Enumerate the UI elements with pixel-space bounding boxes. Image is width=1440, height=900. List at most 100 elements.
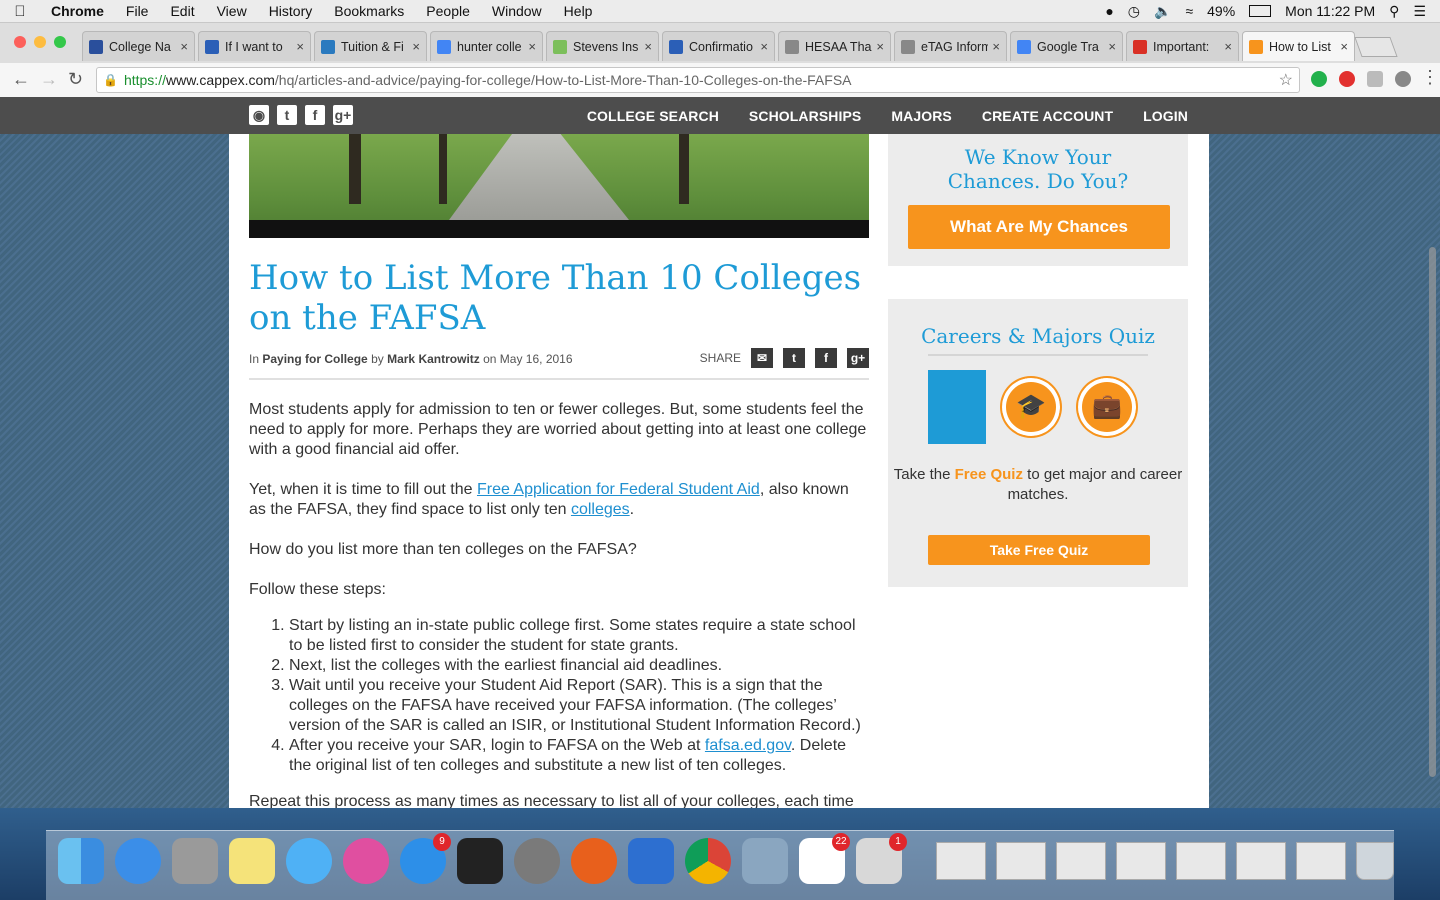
browser-tab[interactable]: Confirmatio × <box>662 31 775 61</box>
close-window-button[interactable] <box>14 36 26 48</box>
clock[interactable]: Mon 11:22 PM <box>1285 3 1375 19</box>
messages-icon[interactable] <box>286 838 332 884</box>
twitter-share-icon[interactable]: t <box>783 348 805 368</box>
take-free-quiz-button[interactable]: Take Free Quiz <box>928 535 1150 565</box>
wifi-icon[interactable]: ≈ <box>1185 3 1193 19</box>
menu-history[interactable]: History <box>258 3 324 19</box>
browser-tab[interactable]: Stevens Ins × <box>546 31 659 61</box>
extension-p-icon[interactable] <box>1395 71 1411 87</box>
zoom-window-button[interactable] <box>54 36 66 48</box>
calculator-icon[interactable] <box>172 838 218 884</box>
close-tab-icon[interactable]: × <box>760 39 768 54</box>
browser-tab[interactable]: eTAG Inform × <box>894 31 1007 61</box>
reminders-icon[interactable]: 22 <box>799 833 850 884</box>
battery-percent[interactable]: 49% <box>1207 3 1235 19</box>
browser-tab[interactable]: If I want to × <box>198 31 311 61</box>
status-dot-icon[interactable]: ● <box>1105 3 1113 19</box>
facebook-share-icon[interactable]: f <box>815 348 837 368</box>
close-tab-icon[interactable]: × <box>644 39 652 54</box>
instagram-icon[interactable]: ◉ <box>249 105 269 125</box>
chrome-icon[interactable] <box>685 838 731 884</box>
minimized-word-window-icon[interactable] <box>936 842 986 880</box>
email-share-icon[interactable]: ✉ <box>751 348 773 368</box>
extension-gray-icon[interactable] <box>1367 71 1383 87</box>
what-are-my-chances-button[interactable]: What Are My Chances <box>908 205 1170 249</box>
close-tab-icon[interactable]: × <box>412 39 420 54</box>
browser-tab[interactable]: Important: × <box>1126 31 1239 61</box>
app-store-icon[interactable]: 9 <box>400 833 451 884</box>
close-tab-icon[interactable]: × <box>1340 39 1348 54</box>
preview-icon[interactable] <box>742 838 788 884</box>
minimize-window-button[interactable] <box>34 36 46 48</box>
google-plus-share-icon[interactable]: g+ <box>847 348 869 368</box>
chrome-menu-icon[interactable]: ⋮ <box>1421 67 1439 88</box>
browser-tab[interactable]: Google Tra × <box>1010 31 1123 61</box>
nav-scholarships[interactable]: SCHOLARSHIPS <box>749 108 861 124</box>
trash-icon[interactable] <box>1356 842 1394 880</box>
finder-icon[interactable] <box>58 838 104 884</box>
close-tab-icon[interactable]: × <box>1108 39 1116 54</box>
facebook-icon[interactable]: f <box>305 105 325 125</box>
printer-icon[interactable]: 1 <box>856 833 907 884</box>
minimized-chrome-window-icon[interactable] <box>1236 842 1286 880</box>
minimized-chrome-window-icon[interactable] <box>1296 842 1346 880</box>
battery-icon[interactable] <box>1249 5 1272 17</box>
address-bar[interactable]: 🔒 https:// www.cappex.com /hq/articles-a… <box>96 67 1300 93</box>
close-tab-icon[interactable]: × <box>528 39 536 54</box>
nav-login[interactable]: LOGIN <box>1143 108 1188 124</box>
close-tab-icon[interactable]: × <box>296 39 304 54</box>
safari-icon[interactable] <box>115 838 161 884</box>
browser-tab[interactable]: HESAA Tha × <box>778 31 891 61</box>
minimized-word-window-icon[interactable] <box>1116 842 1166 880</box>
nav-college-search[interactable]: COLLEGE SEARCH <box>587 108 719 124</box>
close-tab-icon[interactable]: × <box>1224 39 1232 54</box>
menu-help[interactable]: Help <box>553 3 604 19</box>
author-link[interactable]: Mark Kantrowitz <box>387 352 480 366</box>
bookmark-star-icon[interactable]: ☆ <box>1279 70 1293 90</box>
word-icon[interactable] <box>628 838 674 884</box>
free-quiz-link[interactable]: Free Quiz <box>955 466 1023 483</box>
forward-arrow-icon[interactable]: → <box>40 69 58 90</box>
nav-create-account[interactable]: CREATE ACCOUNT <box>982 108 1113 124</box>
close-tab-icon[interactable]: × <box>876 39 884 54</box>
google-plus-icon[interactable]: g+ <box>333 105 353 125</box>
itunes-icon[interactable] <box>343 838 389 884</box>
nav-majors[interactable]: MAJORS <box>891 108 952 124</box>
menu-bookmarks[interactable]: Bookmarks <box>323 3 415 19</box>
minimized-word-window-icon[interactable] <box>996 842 1046 880</box>
twitter-icon[interactable]: t <box>277 105 297 125</box>
volume-icon[interactable]: 🔈 <box>1154 3 1171 20</box>
fafsa-gov-link[interactable]: fafsa.ed.gov <box>705 737 791 754</box>
minimized-word-window-icon[interactable] <box>1056 842 1106 880</box>
new-tab-button[interactable] <box>1354 37 1398 57</box>
close-tab-icon[interactable]: × <box>180 39 188 54</box>
apple-icon[interactable]:  <box>0 3 40 20</box>
browser-tab[interactable]: hunter colle × <box>430 31 543 61</box>
close-tab-icon[interactable]: × <box>992 39 1000 54</box>
browser-tab[interactable]: Tuition & Fi × <box>314 31 427 61</box>
colleges-link[interactable]: colleges <box>571 501 630 518</box>
category-link[interactable]: Paying for College <box>262 352 367 366</box>
browser-tab[interactable]: How to List × <box>1242 31 1355 61</box>
activity-monitor-icon[interactable] <box>457 838 503 884</box>
time-machine-icon[interactable]: ◷ <box>1128 3 1140 20</box>
system-preferences-icon[interactable] <box>514 838 560 884</box>
notification-center-icon[interactable]: ☰ <box>1413 3 1426 20</box>
menu-file[interactable]: File <box>115 3 160 19</box>
notes-icon[interactable] <box>229 838 275 884</box>
menu-view[interactable]: View <box>206 3 258 19</box>
firefox-icon[interactable] <box>571 838 617 884</box>
menu-window[interactable]: Window <box>481 3 553 19</box>
page-scrollbar[interactable] <box>1429 247 1436 777</box>
back-arrow-icon[interactable]: ← <box>12 69 30 90</box>
menu-edit[interactable]: Edit <box>159 3 205 19</box>
reload-icon[interactable]: ↻ <box>68 69 83 90</box>
browser-tab[interactable]: College Na × <box>82 31 195 61</box>
fafsa-link[interactable]: Free Application for Federal Student Aid <box>477 481 760 498</box>
minimized-word-window-icon[interactable] <box>1176 842 1226 880</box>
menu-app-name[interactable]: Chrome <box>40 3 115 19</box>
menu-people[interactable]: People <box>415 3 481 19</box>
extension-red-icon[interactable] <box>1339 71 1355 87</box>
spotlight-search-icon[interactable]: ⚲ <box>1389 3 1399 20</box>
extension-green-icon[interactable] <box>1311 71 1327 87</box>
